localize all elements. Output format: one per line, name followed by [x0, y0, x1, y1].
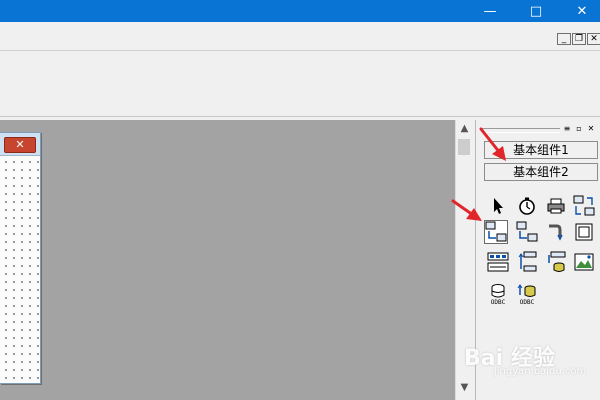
database-provider-icon[interactable] [544, 250, 568, 274]
odbc-label: ODBC [490, 299, 506, 306]
scroll-thumb[interactable] [458, 139, 470, 155]
timer-icon[interactable] [515, 194, 539, 218]
form-designer-window[interactable]: ✕ [0, 132, 41, 384]
form-close-button[interactable]: ✕ [4, 137, 36, 153]
toolbar-area [0, 51, 600, 117]
watermark-subtext: jingyan.baidu.com [494, 366, 587, 377]
media-control-icon[interactable] [486, 250, 510, 274]
panel-close-button[interactable]: ✕ [586, 124, 596, 134]
server-socket-icon[interactable] [515, 220, 539, 244]
frame-icon[interactable] [572, 220, 596, 244]
form-title-bar[interactable]: ✕ [0, 133, 40, 156]
design-workspace [0, 120, 455, 400]
printer-icon[interactable] [544, 194, 568, 218]
window-maximize-button[interactable]: □ [514, 0, 558, 22]
panel-menu-button[interactable]: ≡ [562, 124, 572, 134]
scroll-up-arrow[interactable]: ▲ [456, 123, 473, 134]
odbc-provider-icon[interactable]: ODBC [515, 280, 539, 306]
pointer-icon[interactable] [486, 194, 510, 218]
mdi-minimize-button[interactable]: _ [557, 33, 571, 45]
pipe-icon[interactable] [544, 220, 568, 244]
window-minimize-button[interactable]: — [468, 0, 512, 22]
mdi-restore-button[interactable]: ❐ [572, 33, 586, 45]
component-tab-basic-1[interactable]: 基本组件1 [484, 141, 598, 159]
scroll-down-arrow[interactable]: ▼ [456, 382, 473, 393]
data-exchange-icon[interactable] [572, 194, 596, 218]
form-design-grid[interactable] [0, 156, 40, 383]
window-close-button[interactable]: ✕ [560, 0, 600, 22]
window-title-bar: — □ ✕ [0, 0, 600, 22]
odbc-database-icon[interactable]: ODBC [486, 280, 510, 306]
panel-float-button[interactable]: ▫ [574, 124, 584, 134]
odbc-label: ODBC [519, 299, 535, 306]
mdi-close-button[interactable]: ✕ [587, 33, 600, 45]
menu-bar [0, 22, 600, 51]
client-socket-icon[interactable] [484, 220, 508, 244]
picture-box-icon[interactable] [572, 250, 596, 274]
component-tab-basic-2[interactable]: 基本组件2 [484, 163, 598, 181]
panel-grip[interactable] [482, 128, 560, 133]
watermark: Bai 经验 jingyan.baidu.com [464, 340, 598, 380]
data-source-icon[interactable] [515, 250, 539, 274]
